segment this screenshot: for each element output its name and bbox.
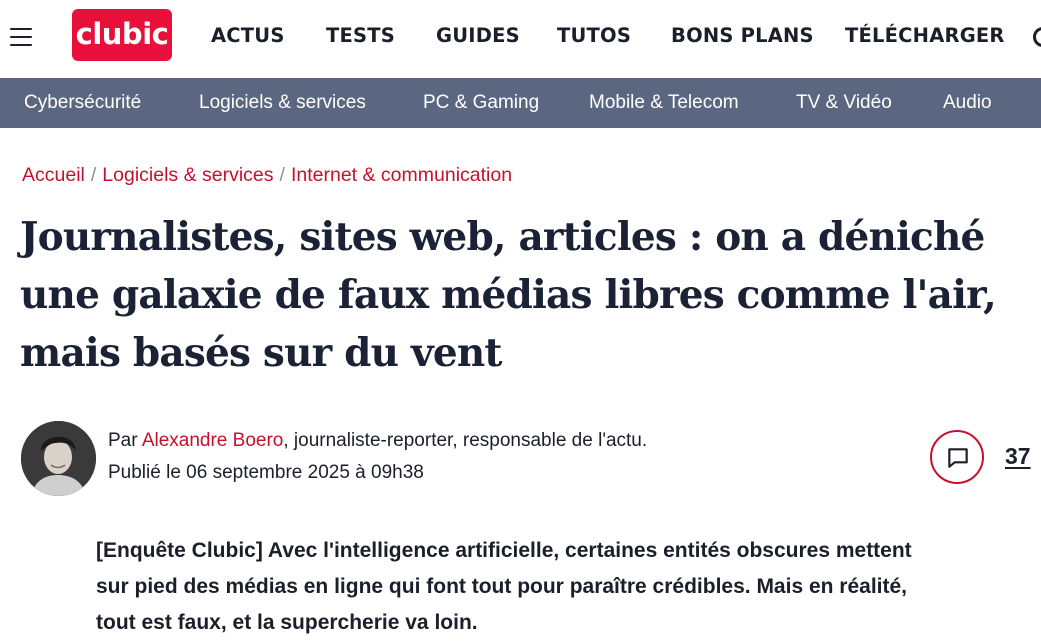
hamburger-menu-icon[interactable] [10,28,32,46]
author-byline: Par Alexandre Boero, journaliste-reporte… [108,430,647,452]
article-title: Journalistes, sites web, articles : on a… [20,214,997,376]
comments-button[interactable] [930,430,984,484]
category-mobile-telecom[interactable]: Mobile & Telecom [589,92,739,114]
byline-prefix: Par [108,430,138,451]
category-cybersecurite[interactable]: Cybersécurité [24,92,141,114]
breadcrumb-separator: / [90,164,97,186]
category-tv-video[interactable]: TV & Vidéo [796,92,892,114]
category-audio[interactable]: Audio [943,92,992,114]
author-role: , journaliste-reporter, responsable de l… [283,430,648,451]
comment-count-link[interactable]: 37 [1005,443,1031,470]
nav-item-bons-plans[interactable]: BONS PLANS [671,24,814,47]
nav-item-actus[interactable]: ACTUS [211,24,285,47]
breadcrumb-separator: / [279,164,285,186]
breadcrumb-internet-communication[interactable]: Internet & communication [291,164,512,186]
article-intro: [Enquête Clubic] Avec l'intelligence art… [96,539,912,634]
nav-item-tests[interactable]: TESTS [326,24,395,47]
category-nav: Cybersécurité Logiciels & services PC & … [0,78,1041,128]
publish-date: Publié le 06 septembre 2025 à 09h38 [108,462,424,483]
author-avatar[interactable] [21,421,96,496]
nav-item-telecharger[interactable]: TÉLÉCHARGER [845,24,1005,47]
breadcrumb: Accueil / Logiciels & services / Internet & … [22,164,512,187]
top-header: clubic ACTUS TESTS GUIDES TUTOS BONS PLA… [0,0,1041,78]
author-name-link[interactable]: Alexandre Boero [142,430,284,451]
nav-item-tutos[interactable]: TUTOS [557,24,631,47]
category-pc-gaming[interactable]: PC & Gaming [423,92,539,114]
comment-bubble-icon [948,448,968,468]
clubic-logo[interactable]: clubic [72,9,172,61]
breadcrumb-accueil[interactable]: Accueil [22,164,85,186]
category-logiciels-services[interactable]: Logiciels & services [199,92,366,114]
search-icon[interactable] [1033,27,1041,47]
breadcrumb-logiciels-services[interactable]: Logiciels & services [102,164,273,186]
nav-item-guides[interactable]: GUIDES [436,24,520,47]
